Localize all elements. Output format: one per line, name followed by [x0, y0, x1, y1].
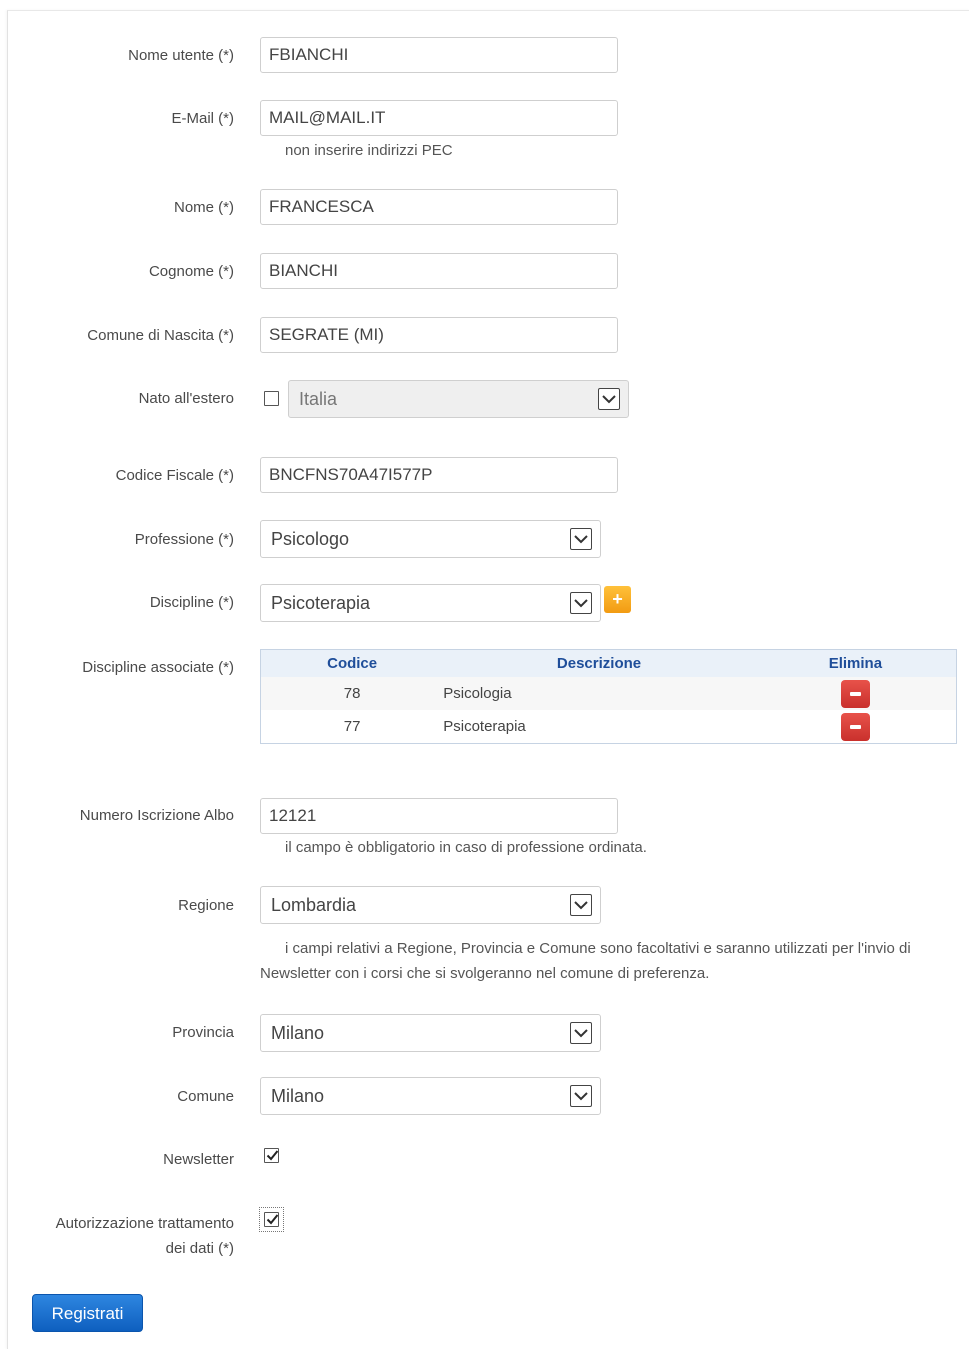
tax-code-label: Codice Fiscale (*): [115, 467, 234, 484]
city-select[interactable]: Milano: [260, 1077, 601, 1115]
chevron-down-icon: [598, 388, 620, 410]
last-name-label: Cognome (*): [148, 263, 234, 280]
province-select-value: Milano: [271, 1023, 325, 1043]
chevron-down-icon: [570, 528, 592, 550]
discipline-label: Discipline (*): [149, 594, 234, 611]
city-label: Comune: [177, 1088, 234, 1105]
email-input[interactable]: MAIL@MAIL.IT: [260, 100, 618, 136]
province-select[interactable]: Milano: [260, 1014, 601, 1052]
privacy-label-line1: Autorizzazione trattamento: [55, 1215, 234, 1232]
birth-city-label: Comune di Nascita (*): [87, 327, 234, 344]
delete-row-button[interactable]: [840, 679, 870, 708]
register-number-hint: il campo è obbligatorio in caso di profe…: [285, 839, 647, 856]
table-header-row: Codice Descrizione Elimina: [260, 649, 957, 677]
province-label: Provincia: [172, 1024, 234, 1041]
privacy-checkbox[interactable]: [264, 1212, 279, 1227]
region-hint-line2: Newsletter con i corsi che si svolgerann…: [260, 965, 710, 982]
profession-select[interactable]: Psicologo: [260, 520, 601, 558]
check-icon: [266, 1150, 279, 1161]
register-number-label: Numero Iscrizione Albo: [79, 807, 234, 824]
last-name-input[interactable]: BIANCHI: [260, 253, 618, 289]
table-row: 77 Psicoterapia: [261, 710, 957, 744]
associated-disciplines-label: Discipline associate (*): [82, 659, 234, 676]
region-label: Regione: [178, 897, 234, 914]
delete-row-button[interactable]: [840, 712, 870, 741]
profession-label: Professione (*): [134, 531, 234, 548]
birth-city-input[interactable]: SEGRATE (MI): [260, 317, 618, 353]
chevron-down-icon: [570, 894, 592, 916]
email-hint: non inserire indirizzi PEC: [285, 142, 453, 159]
country-select-value: Italia: [299, 389, 338, 409]
plus-icon: +: [612, 589, 623, 609]
tax-code-input[interactable]: BNCFNS70A47I577P: [260, 457, 618, 493]
first-name-input[interactable]: FRANCESCA: [260, 189, 618, 225]
row-description: Psicoterapia: [443, 718, 526, 735]
region-hint-line1: i campi relativi a Regione, Provincia e …: [285, 940, 911, 957]
region-select[interactable]: Lombardia: [260, 886, 601, 924]
row-code: 77: [343, 718, 361, 735]
row-description: Psicologia: [443, 677, 755, 710]
chevron-down-icon: [570, 1022, 592, 1044]
newsletter-checkbox[interactable]: [264, 1148, 279, 1163]
minus-icon: [849, 691, 861, 696]
email-label: E-Mail (*): [171, 110, 235, 127]
chevron-down-icon: [570, 592, 592, 614]
chevron-down-icon: [570, 1085, 592, 1107]
add-discipline-button[interactable]: +: [604, 586, 631, 613]
newsletter-label: Newsletter: [163, 1151, 234, 1168]
profession-select-value: Psicologo: [271, 529, 350, 549]
username-label: Nome utente (*): [128, 47, 234, 64]
check-icon: [266, 1214, 279, 1225]
username-input[interactable]: FBIANCHI: [260, 37, 618, 73]
discipline-select[interactable]: Psicoterapia: [260, 584, 601, 622]
register-button[interactable]: Registrati: [32, 1294, 143, 1332]
born-abroad-checkbox[interactable]: [264, 391, 279, 406]
associated-disciplines-table: Codice Descrizione Elimina 78 Psicologia…: [260, 649, 957, 744]
city-select-value: Milano: [271, 1086, 325, 1106]
register-number-input[interactable]: 12121: [260, 798, 618, 834]
discipline-select-value: Psicoterapia: [271, 593, 371, 613]
table-row: 78 Psicologia: [260, 677, 957, 710]
born-abroad-label: Nato all'estero: [138, 390, 234, 407]
country-select: Italia: [288, 380, 629, 418]
row-code: 78: [260, 677, 444, 710]
region-select-value: Lombardia: [271, 895, 357, 915]
column-header-description: Descrizione: [443, 649, 755, 677]
privacy-label-line2: dei dati (*): [165, 1240, 234, 1257]
column-header-delete: Elimina: [754, 649, 957, 677]
first-name-label: Nome (*): [173, 199, 234, 216]
column-header-code: Codice: [260, 649, 444, 677]
minus-icon: [849, 724, 861, 729]
